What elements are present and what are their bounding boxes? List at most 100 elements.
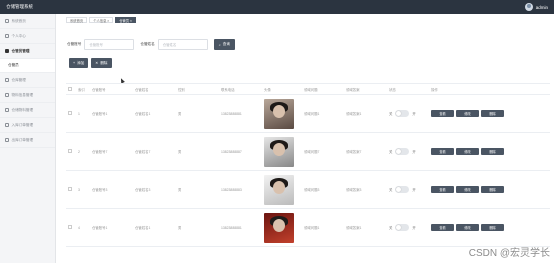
- delete-row-button[interactable]: 删除: [481, 186, 504, 193]
- state-toggle[interactable]: [395, 186, 410, 193]
- top-bar: 仓储管理系统 admin: [0, 0, 554, 14]
- cell-phone: 13823888881: [221, 111, 242, 116]
- row-checkbox[interactable]: [68, 225, 72, 229]
- grid-icon: [5, 108, 9, 112]
- cell-account: 仓管账号1: [92, 226, 108, 230]
- app-title: 仓储管理系统: [6, 4, 33, 9]
- name-input[interactable]: 仓管姓名: [157, 39, 208, 50]
- cell-account: 仓管账号1: [92, 112, 108, 116]
- tab-profile[interactable]: 个人信息 ×: [89, 17, 114, 23]
- grid-icon: [5, 78, 9, 82]
- cell-answer: 领域答案3: [346, 188, 362, 192]
- select-all-checkbox[interactable]: [68, 86, 72, 91]
- cell-gender: 男: [178, 188, 182, 192]
- keeper-table: 索引 仓管账号 仓管姓名 性别 联系电话 头像 领域问题 领域答案 状态 操作 …: [66, 83, 550, 247]
- view-button[interactable]: 查看: [431, 148, 454, 155]
- tab-home[interactable]: 系统首页: [66, 17, 88, 23]
- cell-name: 仓管姓名3: [135, 188, 151, 192]
- avatar-photo: [264, 174, 294, 205]
- table-row: 1 仓管账号1 仓管姓名1 男 13823888881 领域问题1 领域答案1 …: [66, 95, 550, 133]
- table-row: 4 仓管账号1 仓管姓名1 男 13823888881 领域问题1 领域答案1 …: [66, 209, 550, 247]
- cell-index: 3: [78, 187, 80, 192]
- account-input[interactable]: 仓管账号: [84, 39, 135, 50]
- grid-icon: [5, 93, 9, 97]
- cell-answer: 领域答案1: [346, 112, 362, 116]
- col-answer: 领域答案: [346, 87, 360, 92]
- view-button[interactable]: 查看: [431, 186, 454, 193]
- delete-row-button[interactable]: 删除: [481, 224, 504, 231]
- tab-bar: 系统首页 个人信息 × 仓管员 ×: [66, 17, 136, 23]
- grid-icon: [5, 123, 9, 127]
- action-bar: + 添加 ✕ 删除: [69, 58, 112, 68]
- avatar-photo: [264, 212, 294, 243]
- watermark: CSDN @宏灵学长: [468, 248, 550, 259]
- cell-answer: 领域答案7: [346, 150, 362, 154]
- state-toggle[interactable]: [395, 148, 410, 155]
- col-index: 索引: [78, 87, 85, 92]
- search-bar: 仓管账号 仓管账号 仓管姓名 仓管姓名 ⌕ 查询: [67, 39, 235, 50]
- sidebar-item-profile[interactable]: 个人中心: [0, 29, 55, 44]
- home-icon: [5, 19, 9, 23]
- table-row: 3 仓管账号3 仓管姓名3 男 13823888883 领域问题3 领域答案3 …: [66, 171, 550, 209]
- state-toggle[interactable]: [395, 110, 410, 117]
- col-state: 状态: [389, 87, 396, 92]
- row-checkbox[interactable]: [68, 187, 72, 191]
- edit-button[interactable]: 修改: [456, 110, 479, 117]
- cell-question: 领域问题7: [304, 150, 320, 154]
- cell-phone: 13823888883: [221, 187, 242, 192]
- sidebar-item-material[interactable]: 物料信息管理: [0, 88, 55, 103]
- col-ops: 操作: [431, 87, 438, 92]
- col-account[interactable]: 仓管账号: [90, 87, 133, 92]
- table-row: 2 仓管账号7 仓管姓名7 男 13823888887 领域问题7 领域答案7 …: [66, 133, 550, 171]
- grid-icon: [5, 49, 9, 53]
- name-label: 仓管姓名: [140, 42, 155, 46]
- sidebar-item-keepers[interactable]: 仓管员管理: [0, 44, 55, 59]
- edit-button[interactable]: 修改: [456, 186, 479, 193]
- avatar-photo: [264, 136, 294, 167]
- table-header: 索引 仓管账号 仓管姓名 性别 联系电话 头像 领域问题 领域答案 状态 操作: [66, 83, 550, 95]
- cell-question: 领域问题3: [304, 188, 320, 192]
- sidebar-item-storage[interactable]: 仓储物料管理: [0, 103, 55, 118]
- delete-row-button[interactable]: 删除: [481, 148, 504, 155]
- cell-index: 1: [78, 111, 80, 116]
- view-button[interactable]: 查看: [431, 110, 454, 117]
- state-toggle[interactable]: [395, 224, 410, 231]
- col-avatar: 头像: [264, 87, 271, 92]
- grid-icon: [5, 138, 9, 142]
- cell-name: 仓管姓名1: [135, 226, 151, 230]
- username[interactable]: admin: [536, 5, 548, 10]
- avatar[interactable]: [524, 3, 533, 11]
- search-icon: ⌕: [218, 42, 221, 47]
- cell-answer: 领域答案1: [346, 226, 362, 230]
- tab-keeper[interactable]: 仓管员 ×: [115, 17, 136, 23]
- cell-phone: 13823888881: [221, 225, 242, 230]
- search-button[interactable]: ⌕ 查询: [213, 39, 235, 50]
- add-button[interactable]: + 添加: [69, 58, 89, 68]
- sidebar-item-home[interactable]: 系统首页: [0, 14, 55, 29]
- col-name[interactable]: 仓管姓名: [133, 87, 176, 92]
- delete-button[interactable]: ✕ 删除: [91, 58, 112, 68]
- edit-button[interactable]: 修改: [456, 224, 479, 231]
- user-menu[interactable]: admin: [524, 3, 548, 11]
- col-gender: 性别: [178, 87, 185, 92]
- account-label: 仓管账号: [67, 42, 82, 46]
- col-question: 领域问题: [304, 87, 318, 92]
- cell-gender: 男: [178, 150, 182, 154]
- avatar-photo: [264, 98, 294, 129]
- sidebar: 系统首页 个人中心 仓管员管理 仓管员 仓库管理 物料信息管理 仓储物料管理 入…: [0, 14, 56, 263]
- plus-icon: +: [73, 61, 76, 65]
- row-checkbox[interactable]: [68, 149, 72, 153]
- cell-name: 仓管姓名1: [135, 112, 151, 116]
- view-button[interactable]: 查看: [431, 224, 454, 231]
- sidebar-subitem-keeper[interactable]: 仓管员: [0, 59, 55, 73]
- sidebar-item-warehouse[interactable]: 仓库管理: [0, 73, 55, 88]
- close-icon: ✕: [95, 61, 99, 65]
- cell-gender: 男: [178, 112, 182, 116]
- edit-button[interactable]: 修改: [456, 148, 479, 155]
- cell-index: 4: [78, 225, 80, 230]
- row-checkbox[interactable]: [68, 111, 72, 115]
- cell-account: 仓管账号3: [92, 188, 108, 192]
- sidebar-item-inbound[interactable]: 入库订单管理: [0, 118, 55, 133]
- delete-row-button[interactable]: 删除: [481, 110, 504, 117]
- sidebar-item-outbound[interactable]: 出库订单管理: [0, 133, 55, 148]
